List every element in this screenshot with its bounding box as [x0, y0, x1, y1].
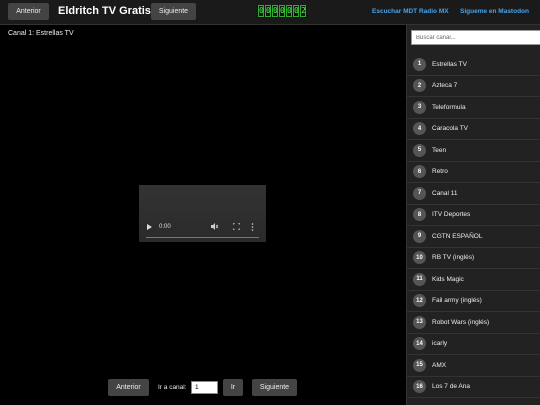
channel-number-badge: 8: [413, 208, 426, 222]
channel-number-badge: 7: [413, 186, 426, 200]
channel-name: Azteca 7: [432, 82, 458, 90]
counter-digit: 0: [286, 5, 292, 17]
channel-name: RB TV (inglés): [432, 254, 475, 262]
channel-item[interactable]: 12 Fail army (inglés): [407, 291, 540, 312]
channel-number-badge: 10: [413, 251, 426, 265]
channel-name: Estrellas TV: [432, 60, 467, 68]
channel-item[interactable]: 3 Teleformula: [407, 97, 540, 119]
channel-name: Robot Wars (inglés): [432, 318, 490, 326]
channel-name: Teen: [432, 146, 447, 154]
channel-name: Canal 11: [432, 189, 458, 197]
counter-digit: 0: [265, 5, 271, 17]
channel-item[interactable]: 9 CGTN ESPAÑOL: [407, 226, 540, 248]
counter-digit: 0: [258, 5, 264, 17]
fullscreen-icon[interactable]: [232, 222, 241, 233]
counter-digit: 0: [293, 5, 299, 17]
channel-sidebar: 1 Estrellas TV 2 Azteca 7 3 Teleformula 4 Carac…: [406, 25, 540, 405]
channel-number-badge: 2: [413, 79, 426, 93]
channel-name: Los 7 de Ana: [432, 383, 470, 391]
channel-item[interactable]: 5 Teen: [407, 140, 540, 162]
channel-name: Kids Magic: [432, 275, 464, 283]
mastodon-link[interactable]: Sígueme en Mastodon: [460, 8, 529, 15]
channel-number-badge: 12: [413, 294, 426, 308]
channel-item[interactable]: 15 AMX: [407, 355, 540, 377]
counter-digit: 0: [272, 5, 278, 17]
channel-name: icarly: [432, 340, 448, 348]
bottom-next-button[interactable]: Siguiente: [252, 379, 297, 396]
more-options-icon[interactable]: [251, 223, 254, 234]
channel-item[interactable]: 4 Caracola TV: [407, 119, 540, 140]
channel-name: Retro: [432, 168, 448, 176]
site-title: Eldritch TV Gratis: [58, 5, 151, 17]
volume-icon[interactable]: [211, 223, 219, 233]
video-progress-bar[interactable]: [146, 237, 259, 238]
channel-item[interactable]: 10 RB TV (inglés): [407, 248, 540, 269]
channel-item[interactable]: 16 Los 7 de Ana: [407, 377, 540, 398]
radio-link[interactable]: Escuchar MDT Radio MX: [372, 8, 449, 15]
goto-button[interactable]: Ir: [223, 379, 243, 396]
channel-search-input[interactable]: [411, 30, 540, 45]
channel-item[interactable]: 1 Estrellas TV: [407, 54, 540, 76]
channel-number-badge: 5: [413, 143, 426, 157]
channel-number-badge: 14: [413, 337, 426, 351]
play-icon[interactable]: [147, 224, 152, 230]
channel-number-badge: 9: [413, 229, 426, 243]
channel-name: ITV Deportes: [432, 211, 471, 219]
channel-number-badge: 3: [413, 100, 426, 114]
channel-number-badge: 16: [413, 380, 426, 394]
channel-name: Teleformula: [432, 103, 466, 111]
bottom-prev-button[interactable]: Anterior: [108, 379, 149, 396]
channel-number-badge: 6: [413, 165, 426, 179]
counter-digit: 0: [279, 5, 285, 17]
channel-item[interactable]: 14 icarly: [407, 334, 540, 355]
top-header: Anterior Eldritch TV Gratis Siguiente 0 …: [0, 0, 540, 25]
header-next-button[interactable]: Siguiente: [151, 3, 196, 20]
channel-item[interactable]: 2 Azteca 7: [407, 76, 540, 97]
channel-number-badge: 11: [413, 272, 426, 286]
channel-item[interactable]: 11 Kids Magic: [407, 269, 540, 291]
goto-channel-input[interactable]: [191, 381, 218, 394]
channel-number-badge: 15: [413, 358, 426, 372]
channel-name: Fail army (inglés): [432, 297, 482, 305]
channel-item[interactable]: 8 ITV Deportes: [407, 205, 540, 226]
channel-number-badge: 4: [413, 122, 426, 136]
channel-name: Caracola TV: [432, 125, 469, 133]
counter-digit: 2: [300, 5, 306, 17]
video-time: 0:00: [159, 224, 171, 230]
visitor-counter: 0 0 0 0 0 0 2: [257, 5, 307, 18]
channel-item[interactable]: 13 Robot Wars (inglés): [407, 312, 540, 334]
now-playing-label: Canal 1: Estrellas TV: [8, 30, 74, 37]
channel-list: 1 Estrellas TV 2 Azteca 7 3 Teleformula 4 Carac…: [407, 54, 540, 398]
video-player[interactable]: 0:00: [139, 185, 266, 242]
channel-item[interactable]: 7 Canal 11: [407, 183, 540, 205]
channel-item[interactable]: 6 Retro: [407, 162, 540, 183]
channel-number-badge: 13: [413, 315, 426, 329]
goto-channel-label: Ir a canal:: [158, 384, 187, 391]
channel-name: CGTN ESPAÑOL: [432, 232, 483, 240]
channel-number-badge: 1: [413, 57, 426, 71]
header-prev-button[interactable]: Anterior: [8, 3, 49, 20]
channel-name: AMX: [432, 361, 447, 369]
